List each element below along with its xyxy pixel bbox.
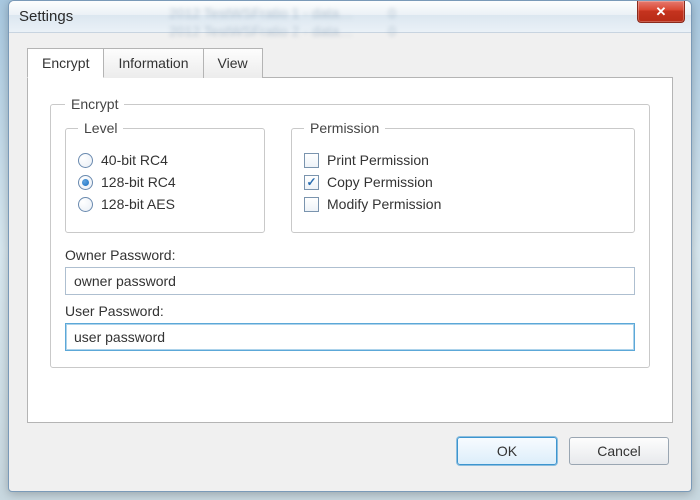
encrypt-group-label: Encrypt xyxy=(65,96,124,112)
password-block: Owner Password: User Password: xyxy=(65,247,635,351)
permission-group: Permission Print Permission ✓ Copy Permi… xyxy=(291,120,635,233)
tab-encrypt[interactable]: Encrypt xyxy=(27,48,104,78)
level-option-128bit-aes[interactable]: 128-bit AES xyxy=(78,196,252,212)
radio-icon xyxy=(78,197,93,212)
level-option-40bit-rc4[interactable]: 40-bit RC4 xyxy=(78,152,252,168)
checkbox-icon: ✓ xyxy=(304,175,319,190)
window-title: Settings xyxy=(19,8,73,25)
button-label: OK xyxy=(497,443,517,459)
level-option-128bit-rc4[interactable]: 128-bit RC4 xyxy=(78,174,252,190)
checkbox-icon xyxy=(304,153,319,168)
permission-option-print[interactable]: Print Permission xyxy=(304,152,622,168)
checkbox-icon xyxy=(304,197,319,212)
radio-icon xyxy=(78,175,93,190)
level-option-label: 128-bit AES xyxy=(101,196,175,212)
owner-password-label: Owner Password: xyxy=(65,247,635,263)
settings-dialog: 2012 TestWSFratio 1 - data… 0 2012 TestW… xyxy=(8,0,692,492)
level-group-label: Level xyxy=(78,120,123,136)
level-option-label: 40-bit RC4 xyxy=(101,152,168,168)
ok-button[interactable]: OK xyxy=(457,437,557,465)
button-label: Cancel xyxy=(597,443,641,459)
permission-option-label: Print Permission xyxy=(327,152,429,168)
tab-strip: Encrypt Information View xyxy=(27,47,673,77)
button-bar: OK Cancel xyxy=(27,423,673,465)
user-password-input[interactable] xyxy=(65,323,635,351)
radio-icon xyxy=(78,153,93,168)
level-option-label: 128-bit RC4 xyxy=(101,174,176,190)
close-icon: ✕ xyxy=(656,4,667,20)
tab-view[interactable]: View xyxy=(203,48,263,78)
permission-option-modify[interactable]: Modify Permission xyxy=(304,196,622,212)
permission-option-label: Copy Permission xyxy=(327,174,433,190)
permission-option-label: Modify Permission xyxy=(327,196,441,212)
close-button[interactable]: ✕ xyxy=(637,1,685,23)
encrypt-top-row: Level 40-bit RC4 128-bit RC4 128-bit AES xyxy=(65,120,635,233)
level-group: Level 40-bit RC4 128-bit RC4 128-bit AES xyxy=(65,120,265,233)
tab-label: Encrypt xyxy=(42,55,89,71)
permission-group-label: Permission xyxy=(304,120,385,136)
tab-information[interactable]: Information xyxy=(103,48,203,78)
cancel-button[interactable]: Cancel xyxy=(569,437,669,465)
titlebar: 2012 TestWSFratio 1 - data… 0 2012 TestW… xyxy=(9,1,691,33)
owner-password-input[interactable] xyxy=(65,267,635,295)
permission-option-copy[interactable]: ✓ Copy Permission xyxy=(304,174,622,190)
user-password-label: User Password: xyxy=(65,303,635,319)
tab-label: View xyxy=(218,55,248,71)
client-area: Encrypt Information View Encrypt Level 4… xyxy=(9,33,691,479)
tab-panel-encrypt: Encrypt Level 40-bit RC4 128-bit RC4 xyxy=(27,77,673,423)
tab-label: Information xyxy=(118,55,188,71)
encrypt-group: Encrypt Level 40-bit RC4 128-bit RC4 xyxy=(50,96,650,368)
